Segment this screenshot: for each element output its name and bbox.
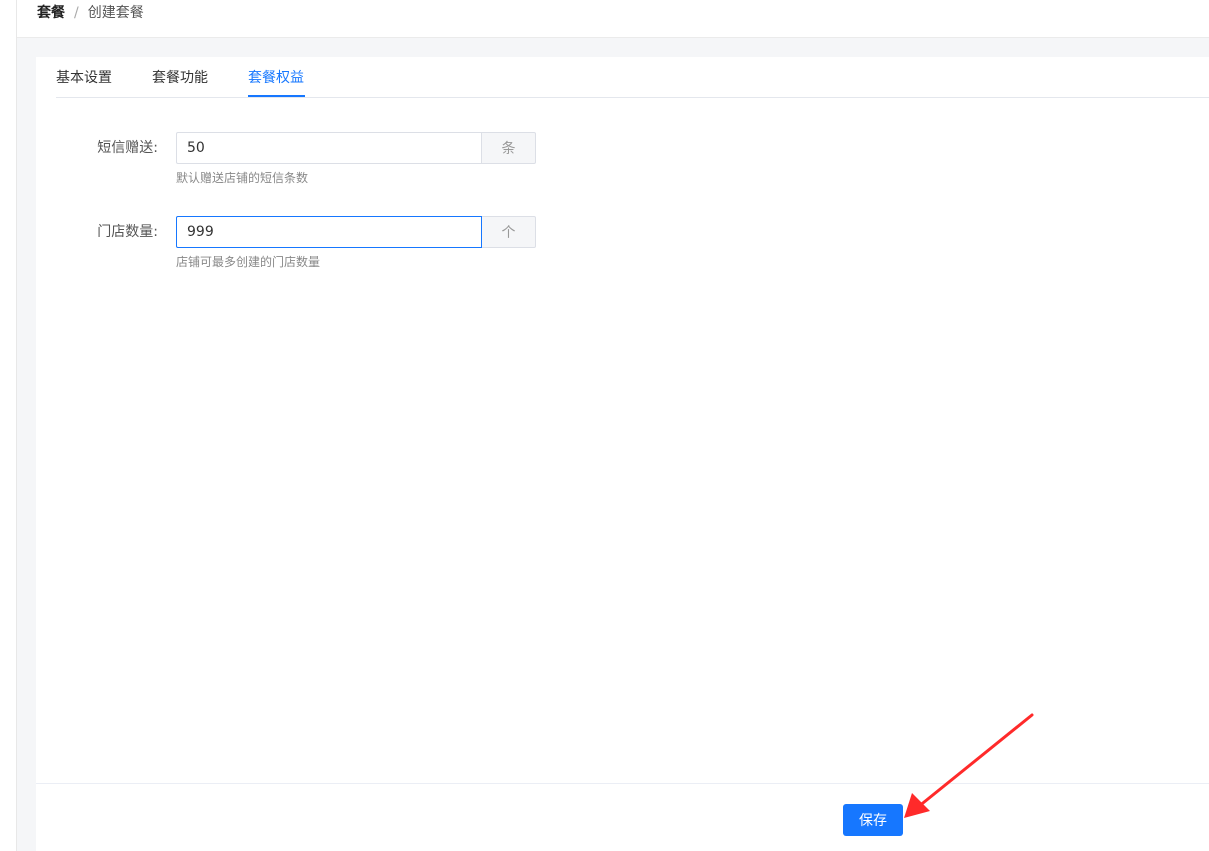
breadcrumb-current: 创建套餐 [87, 5, 144, 21]
stores-unit-addon: 个 [482, 216, 536, 248]
tab-basic-settings[interactable]: 基本设置 [56, 69, 112, 87]
stores-input-group: 个 [176, 216, 536, 248]
save-button[interactable]: 保存 [843, 804, 903, 836]
stores-input[interactable] [176, 216, 482, 248]
stores-label: 门店数量: [97, 224, 158, 240]
breadcrumb-separator: / [74, 5, 79, 21]
tab-package-benefits[interactable]: 套餐权益 [248, 69, 304, 87]
sms-unit-addon: 条 [482, 132, 536, 164]
sms-input[interactable] [176, 132, 482, 164]
breadcrumb: 套餐 / 创建套餐 [37, 4, 144, 22]
stores-hint: 店铺可最多创建的门店数量 [176, 255, 321, 269]
page-header: 套餐 / 创建套餐 [17, 0, 1209, 38]
sms-hint: 默认赠送店铺的短信条数 [176, 171, 309, 185]
active-tab-indicator [248, 95, 305, 97]
form-card: 基本设置 套餐功能 套餐权益 短信赠送: 条 默认赠送店铺的短信条数 门店数量:… [36, 57, 1209, 851]
footer-divider [36, 783, 1209, 784]
sms-label: 短信赠送: [97, 140, 158, 156]
tab-bar: 基本设置 套餐功能 套餐权益 [56, 57, 1209, 98]
breadcrumb-parent[interactable]: 套餐 [37, 4, 65, 22]
tab-package-features[interactable]: 套餐功能 [152, 69, 208, 87]
sms-input-group: 条 [176, 132, 536, 164]
